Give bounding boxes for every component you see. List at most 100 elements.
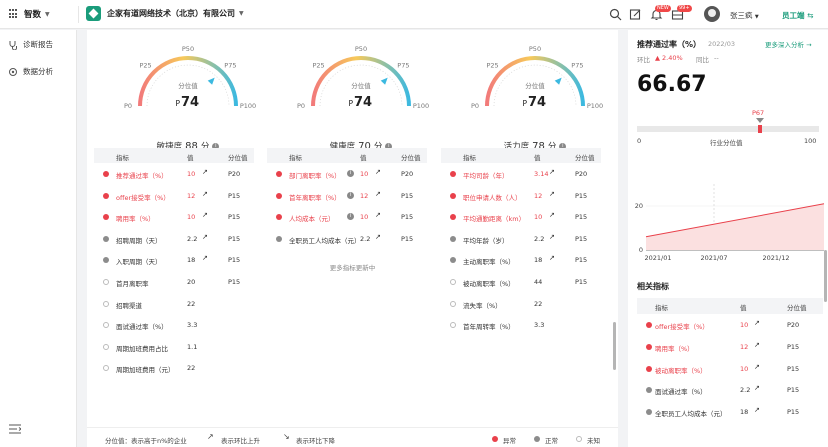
main-scrollbar[interactable] <box>613 322 616 370</box>
status-dot <box>646 322 652 328</box>
big-value: 66.67 <box>637 72 707 97</box>
status-dot <box>276 235 282 242</box>
avatar[interactable] <box>704 6 720 22</box>
status-dot <box>450 192 456 199</box>
metric-percentile: P15 <box>575 213 588 222</box>
table-row[interactable]: 全职员工人均成本（元） 18 ↗ P15 <box>637 401 823 423</box>
table-row[interactable]: 平均通勤距离（km） 10 ↗ P15 <box>441 206 601 228</box>
metric-name: 首月离职率 <box>116 279 149 288</box>
status-dot <box>646 409 652 416</box>
table-row[interactable]: 周期加班费用（元） 22 <box>94 357 254 379</box>
table-row[interactable]: 面试通过率（%） 3.3 <box>94 314 254 336</box>
unknown-dot <box>576 436 582 442</box>
metric-percentile: P15 <box>401 191 414 200</box>
table-row[interactable]: 周期加班费用占比 1.1 <box>94 336 254 358</box>
caret-down-icon[interactable]: ▼ <box>239 10 244 17</box>
sidebar-item-label: 诊断报告 <box>23 40 53 49</box>
metric-name: 平均年龄（岁） <box>463 236 509 245</box>
table-row[interactable]: 流失率（%） 22 <box>441 293 601 315</box>
deep-analysis-link[interactable]: 更多深入分析 → <box>765 39 812 49</box>
gauge-value-prefix: P <box>175 99 180 108</box>
table-row[interactable]: 平均年龄（岁） 2.2 ↗ P15 <box>441 228 601 250</box>
info-icon[interactable]: i <box>347 191 354 199</box>
metric-name: 人均成本（元） <box>289 215 335 224</box>
caret-down-icon[interactable]: ▼ <box>45 11 50 18</box>
metrics-table-2: 指标值分位值 平均司龄（年） 3.14 ↗ P20 职位申请人数（人） 12 ↗ P15 平均通勤… <box>441 148 601 336</box>
header-name: 指标 <box>463 154 476 162</box>
metric-name: 周期加班费用（元） <box>116 366 175 375</box>
employee-portal-button[interactable]: 员工端 ⇆ <box>782 10 813 21</box>
gauge-value: 74 <box>181 95 199 110</box>
table-row[interactable]: 人均成本（元） i 10 ↗ P15 <box>267 206 427 228</box>
sidebar-item-label: 数据分析 <box>23 67 53 76</box>
gauge-needle <box>207 77 215 85</box>
main-panel: P0 P25 P50 P75 P100 分位值 P 74 敏捷度 88 分 i P0 P25 P50 P75 P… <box>87 30 618 447</box>
collapse-menu-icon[interactable] <box>9 424 21 434</box>
company-selector[interactable]: 企家有道网络技术（北京）有限公司 ▼ <box>86 6 244 21</box>
table-row[interactable]: 平均司龄（年） 3.14 ↗ P20 <box>441 163 601 185</box>
related-metrics-table: 指标值分位值 offer接受率（%） 10 ↗ P20 聘用率（%） 12 ↗ P15 被动离职率… <box>637 298 823 423</box>
table-row[interactable]: 职位申请人数（人） 12 ↗ P15 <box>441 185 601 207</box>
table-row[interactable]: 推荐通过率（%） 10 ↗ P20 <box>94 163 254 185</box>
status-dot <box>646 387 652 394</box>
status-dot <box>103 300 109 307</box>
metric-value: 3.3 <box>187 321 198 330</box>
table-row[interactable]: 首年周转率（%） 3.3 <box>441 314 601 336</box>
metric-value: 2.2 <box>534 234 545 243</box>
table-row[interactable]: 首年离职率（%） i 12 ↗ P15 <box>267 185 427 207</box>
trend-up-icon: ↗ <box>754 406 760 415</box>
notification-button[interactable]: NEW <box>650 5 671 21</box>
sidebar-item-data-analysis[interactable]: 数据分析 <box>8 66 53 77</box>
trend-up-icon: ↗ <box>549 168 555 176</box>
y-tick-label: 20 <box>635 202 643 210</box>
table-row[interactable]: 被动离职率（%） 44 P15 <box>441 271 601 293</box>
info-icon[interactable]: i <box>347 213 354 221</box>
status-dot <box>276 171 282 177</box>
edit-icon[interactable] <box>629 8 642 21</box>
search-icon[interactable] <box>609 8 622 21</box>
table-row[interactable]: 被动离职率（%） 10 ↗ P15 <box>637 358 823 380</box>
metric-value: 12 <box>740 342 749 351</box>
metric-percentile: P15 <box>228 191 241 200</box>
table-row[interactable]: 全职员工人均成本（元） 2.2 ↗ P15 <box>267 228 427 250</box>
gauge-tick-label: P25 <box>139 62 151 70</box>
gauge-tick-label: P100 <box>240 102 256 110</box>
table-row[interactable]: offer接受率（%） 10 ↗ P20 <box>637 314 823 336</box>
user-menu[interactable]: 张三疯 ▼ <box>730 10 759 21</box>
table-row[interactable]: 部门离职率（%） i 10 ↗ P20 <box>267 163 427 185</box>
trend-up-icon: ↗ <box>549 232 555 241</box>
grid-icon[interactable] <box>9 9 19 19</box>
metric-name: 流失率（%） <box>463 301 502 310</box>
status-dot <box>103 278 109 285</box>
message-button[interactable]: 99+ <box>671 5 692 21</box>
table-row[interactable]: 聘用率（%） 10 ↗ P15 <box>94 206 254 228</box>
info-icon[interactable]: i <box>347 170 354 177</box>
trend-up-icon: ↗ <box>375 189 381 198</box>
status-dot <box>450 171 456 177</box>
trend-up-icon: ↗ <box>754 319 760 327</box>
metric-value: 2.2 <box>740 386 751 395</box>
table-header: 指标 值 分位值 <box>94 148 254 163</box>
metric-value: 20 <box>187 277 196 286</box>
header-value: 值 <box>534 154 541 162</box>
yoy-value: -- <box>714 54 719 62</box>
table-header: 指标 值 分位值 <box>441 148 601 163</box>
app-switcher[interactable]: 智数 ▼ <box>9 8 50 20</box>
table-row[interactable]: offer接受率（%） 12 ↗ P15 <box>94 185 254 207</box>
metric-percentile: P15 <box>787 408 800 417</box>
x-tick-label: 2021/07 <box>700 254 727 262</box>
caret-down-icon: ▼ <box>754 14 759 20</box>
metric-percentile: P20 <box>575 170 588 178</box>
detail-scrollbar[interactable] <box>824 250 827 302</box>
table-row[interactable]: 聘用率（%） 12 ↗ P15 <box>637 336 823 358</box>
sidebar-item-diagnosis[interactable]: 诊断报告 <box>8 39 53 50</box>
table-row[interactable]: 面试通过率（%） 2.2 ↗ P15 <box>637 379 823 401</box>
metric-percentile: P15 <box>575 191 588 200</box>
arrow-right-icon: → <box>806 41 812 49</box>
gauge-0: P0 P25 P50 P75 P100 分位值 P 74 敏捷度 88 分 i <box>108 44 268 152</box>
table-row[interactable]: 招聘渠道 22 <box>94 293 254 315</box>
mom-label: 环比 <box>637 56 650 64</box>
table-row[interactable]: 首月离职率 20 P15 <box>94 271 254 293</box>
table-row[interactable]: 招聘周期（天） 2.2 ↗ P15 <box>94 228 254 250</box>
scale-mid-label: 行业分位值 <box>710 139 743 147</box>
